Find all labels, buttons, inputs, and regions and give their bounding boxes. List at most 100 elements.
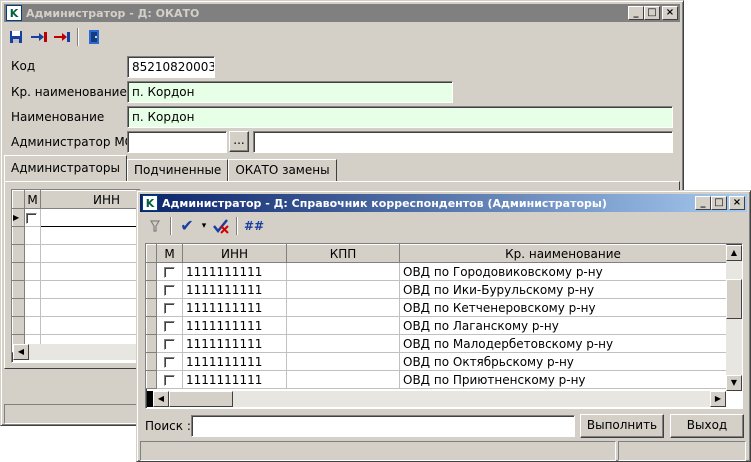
uncheck-icon[interactable]	[211, 216, 231, 236]
short-name-label: Кр. наименование	[11, 85, 127, 99]
scroll-left-button[interactable]: ◀	[13, 344, 29, 360]
row-checkbox[interactable]	[164, 266, 175, 278]
row-checkbox[interactable]	[164, 374, 175, 386]
grid-corner	[146, 244, 157, 263]
status-panel	[618, 441, 746, 461]
back-window-titlebar[interactable]: K Администратор - Д: ОКАТО _ □ ×	[4, 4, 680, 22]
scroll-down-button[interactable]: ▼	[726, 375, 742, 391]
kpp-cell[interactable]	[286, 334, 400, 353]
column-header-m[interactable]: М	[156, 244, 183, 263]
kpp-cell[interactable]	[286, 316, 400, 335]
toolbar-separator	[77, 28, 79, 46]
table-row[interactable]: 1111111111 ОВД по Ики-Бурульскому р-ну	[146, 280, 727, 299]
admin-mo-label: Администратор МО	[11, 135, 135, 149]
kpp-cell[interactable]	[286, 298, 400, 317]
kpp-cell[interactable]	[286, 370, 400, 389]
toolbar-separator	[236, 217, 238, 235]
execute-button[interactable]: Выполнить	[580, 414, 664, 438]
search-input[interactable]	[191, 415, 575, 437]
short-name-field[interactable]: п. Кордон	[127, 81, 453, 103]
scroll-up-button[interactable]: ▲	[726, 245, 742, 261]
close-button[interactable]: ×	[662, 6, 678, 20]
row-checkbox[interactable]	[164, 338, 175, 350]
remove-link-icon[interactable]	[52, 27, 72, 47]
horizontal-scroll-thumb[interactable]	[169, 391, 233, 407]
tab-subordinates[interactable]: Подчиненные	[126, 159, 229, 181]
administrators-grid[interactable]: М ИНН ▶ ◀	[11, 189, 141, 363]
minimize-button[interactable]: _	[628, 6, 644, 20]
short-name-cell[interactable]: ОВД по Октябрьскому р-ну	[399, 352, 727, 371]
name-label: Наименование	[11, 110, 105, 124]
column-header-kpp[interactable]: КПП	[286, 244, 400, 263]
table-row[interactable]: 1111111111 ОВД по Городовиковскому р-ну	[146, 262, 727, 281]
inn-cell[interactable]: 1111111111	[182, 334, 287, 353]
table-row[interactable]: 1111111111 ОВД по Приютненскому р-ну	[146, 370, 727, 389]
number-icon[interactable]: ##	[243, 216, 265, 236]
inn-cell[interactable]: 1111111111	[182, 370, 287, 389]
column-header-short-name[interactable]: Кр. наименование	[399, 244, 727, 263]
name-field[interactable]: п. Кордон	[127, 106, 673, 128]
row-checkbox[interactable]	[164, 320, 175, 332]
inn-cell[interactable]: 1111111111	[182, 298, 287, 317]
admin-mo-name-field[interactable]	[253, 131, 673, 153]
tab-administrators[interactable]: Администраторы	[4, 155, 127, 181]
short-name-cell[interactable]: ОВД по Приютненскому р-ну	[399, 370, 727, 389]
kpp-cell[interactable]	[286, 280, 400, 299]
scroll-right-button[interactable]: ▶	[710, 391, 726, 407]
kpp-cell[interactable]	[286, 352, 400, 371]
column-header-inn[interactable]: ИНН	[40, 190, 140, 209]
code-field[interactable]: 85210820003	[127, 56, 215, 78]
back-statusbar	[4, 404, 144, 424]
close-button[interactable]: ×	[729, 196, 745, 210]
table-row[interactable]: 1111111111 ОВД по Октябрьскому р-ну	[146, 352, 727, 371]
back-horizontal-scrollbar[interactable]: ◀	[13, 344, 140, 360]
inn-cell[interactable]	[40, 208, 140, 227]
check-icon[interactable]: ✔	[177, 216, 197, 236]
front-window-titlebar[interactable]: K Администратор - Д: Справочник корреспо…	[140, 194, 747, 212]
short-name-cell[interactable]: ОВД по Малодербетовскому р-ну	[399, 334, 727, 353]
front-horizontal-scrollbar[interactable]: ◀ ▶	[147, 391, 726, 407]
code-label: Код	[11, 59, 36, 73]
admin-mo-code-field[interactable]	[127, 131, 227, 153]
row-indicator: ▶	[12, 208, 25, 227]
status-panel	[140, 441, 616, 461]
table-row[interactable]: 1111111111 ОВД по Кетченеровскому р-ну	[146, 298, 727, 317]
add-link-icon[interactable]	[29, 27, 49, 47]
row-checkbox[interactable]	[164, 284, 175, 296]
maximize-button[interactable]: □	[644, 6, 660, 20]
front-toolbar: ✔ ▾ ##	[145, 216, 265, 236]
vertical-scroll-thumb[interactable]	[726, 279, 742, 319]
maximize-button[interactable]: □	[711, 196, 727, 210]
admin-mo-browse-button[interactable]: ...	[229, 131, 249, 152]
inn-cell[interactable]: 1111111111	[182, 316, 287, 335]
row-checkbox[interactable]	[164, 356, 175, 368]
exit-door-icon[interactable]	[84, 27, 104, 47]
exit-button[interactable]: Выход	[670, 414, 744, 438]
correspondents-grid[interactable]: М ИНН КПП Кр. наименование 1111111111 ОВ…	[145, 243, 743, 409]
short-name-cell[interactable]: ОВД по Кетченеровскому р-ну	[399, 298, 727, 317]
scroll-left-button[interactable]: ◀	[153, 391, 169, 407]
minimize-button[interactable]: _	[695, 196, 711, 210]
toolbar-separator	[170, 217, 172, 235]
tab-okato-replacements[interactable]: ОКАТО замены	[228, 159, 337, 181]
table-row[interactable]: ▶	[12, 208, 140, 227]
short-name-cell[interactable]: ОВД по Лаганскому р-ну	[399, 316, 727, 335]
front-vertical-scrollbar[interactable]: ▲ ▼	[726, 245, 742, 391]
dropdown-arrow-icon[interactable]: ▾	[200, 216, 208, 236]
front-window: K Администратор - Д: Справочник корреспо…	[136, 190, 751, 462]
column-header-inn[interactable]: ИНН	[182, 244, 287, 263]
back-toolbar	[6, 27, 104, 47]
save-icon[interactable]	[6, 27, 26, 47]
filter-icon[interactable]	[145, 216, 165, 236]
table-row[interactable]: 1111111111 ОВД по Малодербетовскому р-ну	[146, 334, 727, 353]
row-checkbox[interactable]	[164, 302, 175, 314]
short-name-cell[interactable]: ОВД по Городовиковскому р-ну	[399, 262, 727, 281]
inn-cell[interactable]: 1111111111	[182, 352, 287, 371]
table-row[interactable]: 1111111111 ОВД по Лаганскому р-ну	[146, 316, 727, 335]
row-checkbox[interactable]	[26, 212, 37, 224]
kpp-cell[interactable]	[286, 262, 400, 281]
column-header-m[interactable]: М	[24, 190, 41, 209]
short-name-cell[interactable]: ОВД по Ики-Бурульскому р-ну	[399, 280, 727, 299]
inn-cell[interactable]: 1111111111	[182, 280, 287, 299]
inn-cell[interactable]: 1111111111	[182, 262, 287, 281]
